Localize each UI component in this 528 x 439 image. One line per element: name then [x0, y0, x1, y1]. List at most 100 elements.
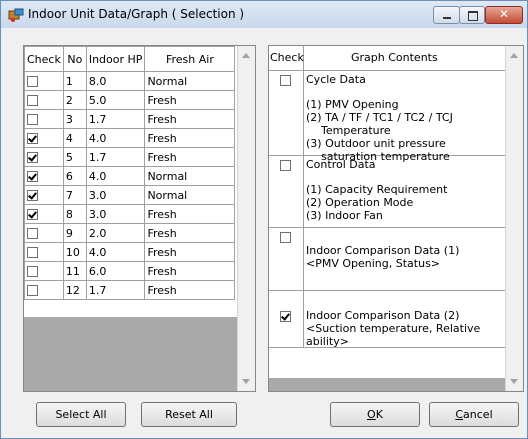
- col-header-no[interactable]: No: [62, 46, 87, 72]
- row-checkbox[interactable]: [27, 95, 38, 106]
- graph-item-row[interactable]: Control Data (1) Capacity Requirement (2) …: [269, 156, 507, 228]
- dialog-window: Indoor Unit Data/Graph ( Selection ) ✕ C…: [0, 0, 528, 439]
- row-checkbox[interactable]: [27, 171, 38, 182]
- row-check-cell: [24, 280, 64, 300]
- row-indoor-hp: 1.7: [85, 280, 146, 300]
- row-checkbox[interactable]: [27, 133, 38, 144]
- row-fresh-air: Fresh: [144, 147, 236, 167]
- row-checkbox[interactable]: [27, 190, 38, 201]
- row-checkbox[interactable]: [27, 114, 38, 125]
- table-row[interactable]: 10 4.0 Fresh: [24, 242, 236, 262]
- maximize-button[interactable]: [459, 6, 485, 24]
- graph-col-header-contents[interactable]: Graph Contents: [351, 51, 438, 64]
- scroll-up-icon[interactable]: [242, 53, 250, 58]
- cancel-button[interactable]: Cancel: [429, 402, 519, 427]
- graph-check-cell: [269, 156, 304, 227]
- row-no: 8: [62, 204, 87, 224]
- row-checkbox[interactable]: [27, 152, 38, 163]
- row-checkbox[interactable]: [27, 266, 38, 277]
- graph-item-text: Cycle Data (1) PMV Opening (2) TA / TF / T…: [306, 73, 453, 163]
- table-row[interactable]: 2 5.0 Fresh: [24, 90, 236, 110]
- graph-item-checkbox[interactable]: [280, 232, 291, 243]
- graph-header-row: Check Graph Contents: [269, 46, 507, 71]
- graph-check-cell: [269, 71, 304, 155]
- graph-item-line: (2) Operation Mode: [306, 196, 414, 209]
- table-row[interactable]: 3 1.7 Fresh: [24, 109, 236, 129]
- graph-check-cell: [269, 291, 304, 347]
- graph-item-row[interactable]: Cycle Data (1) PMV Opening (2) TA / TF / T…: [269, 71, 507, 163]
- row-indoor-hp: 1.7: [85, 109, 146, 129]
- scroll-down-icon[interactable]: [242, 379, 250, 384]
- row-checkbox[interactable]: [27, 76, 38, 87]
- row-check-cell: [24, 242, 64, 262]
- row-checkbox[interactable]: [27, 228, 38, 239]
- scroll-down-icon[interactable]: [510, 379, 518, 384]
- cancel-mnemonic: C: [455, 408, 464, 421]
- table-row[interactable]: 6 4.0 Normal: [24, 166, 236, 186]
- row-checkbox[interactable]: [27, 247, 38, 258]
- row-no: 3: [62, 109, 87, 129]
- maximize-icon: [468, 11, 478, 21]
- row-check-cell: [24, 147, 64, 167]
- close-icon: ✕: [499, 7, 510, 21]
- row-no: 7: [62, 185, 87, 205]
- row-checkbox[interactable]: [27, 209, 38, 220]
- graph-check-cell: [269, 228, 304, 290]
- row-indoor-hp: 1.7: [85, 147, 146, 167]
- row-fresh-air: Fresh: [144, 90, 236, 110]
- graph-item-text: Control Data (1) Capacity Requirement (2) …: [306, 158, 447, 222]
- row-check-cell: [24, 90, 64, 110]
- row-checkbox[interactable]: [27, 285, 38, 296]
- title-bar[interactable]: Indoor Unit Data/Graph ( Selection ) ✕: [1, 1, 527, 28]
- row-fresh-air: Fresh: [144, 109, 236, 129]
- minimize-button[interactable]: [433, 6, 460, 24]
- graph-col-header-check[interactable]: Check: [270, 51, 304, 64]
- row-no: 9: [62, 223, 87, 243]
- row-indoor-hp: 8.0: [85, 71, 146, 91]
- row-fresh-air: Fresh: [144, 242, 236, 262]
- table-row[interactable]: 5 1.7 Fresh: [24, 147, 236, 167]
- table-row[interactable]: 8 3.0 Fresh: [24, 204, 236, 224]
- graph-item-title: Cycle Data: [306, 73, 366, 86]
- graph-item-title: Control Data: [306, 158, 376, 171]
- graph-col-check-cell: Check: [269, 46, 304, 70]
- row-check-cell: [24, 223, 64, 243]
- graph-item-spacer: [306, 86, 453, 98]
- scroll-up-icon[interactable]: [510, 53, 518, 58]
- row-no: 4: [62, 128, 87, 148]
- col-header-check[interactable]: Check: [24, 46, 64, 72]
- row-indoor-hp: 5.0: [85, 90, 146, 110]
- row-indoor-hp: 3.0: [85, 204, 146, 224]
- graph-item-row[interactable]: Indoor Comparison Data (1) <PMV Opening, …: [269, 228, 507, 291]
- close-button[interactable]: ✕: [485, 6, 523, 24]
- table-row[interactable]: 9 2.0 Fresh: [24, 223, 236, 243]
- graph-item-checkbox[interactable]: [280, 75, 291, 86]
- graph-item-line: (1) Capacity Requirement: [306, 183, 448, 196]
- row-check-cell: [24, 204, 64, 224]
- graph-item-checkbox[interactable]: [280, 311, 291, 322]
- graph-contents-list[interactable]: Check Graph Contents Cycle Data (1) PMV O…: [268, 45, 524, 392]
- row-indoor-hp: 4.0: [85, 166, 146, 186]
- reset-all-button[interactable]: Reset All: [141, 402, 237, 427]
- graph-item-spacer: [306, 171, 447, 183]
- row-indoor-hp: 4.0: [85, 242, 146, 262]
- graph-list-scrollbar[interactable]: [505, 46, 523, 391]
- col-header-indoor-hp[interactable]: Indoor HP: [85, 46, 146, 72]
- table-row[interactable]: 11 6.0 Fresh: [24, 261, 236, 281]
- table-row[interactable]: 4 4.0 Fresh: [24, 128, 236, 148]
- graph-item-title: Indoor Comparison Data (2): [306, 309, 460, 322]
- indoor-unit-list[interactable]: Check No Indoor HP Fresh Air 1 8.0 Normal 2…: [23, 45, 256, 392]
- indoor-list-scrollbar[interactable]: [237, 46, 255, 391]
- graph-item-title: Indoor Comparison Data (1): [306, 244, 460, 257]
- select-all-button[interactable]: Select All: [36, 402, 126, 427]
- graph-item-checkbox[interactable]: [280, 160, 291, 171]
- table-row[interactable]: 1 8.0 Normal: [24, 71, 236, 91]
- ok-button[interactable]: OK: [330, 402, 420, 427]
- table-row[interactable]: 12 1.7 Fresh: [24, 280, 236, 300]
- graph-item-line: Temperature: [321, 124, 391, 137]
- col-header-fresh-air[interactable]: Fresh Air: [144, 46, 236, 72]
- table-row[interactable]: 7 3.0 Normal: [24, 185, 236, 205]
- graph-item-row[interactable]: Indoor Comparison Data (2) <Suction tempe…: [269, 291, 507, 348]
- graph-item-line: (2) TA / TF / TC1 / TC2 / TCJ: [306, 111, 453, 124]
- row-check-cell: [24, 71, 64, 91]
